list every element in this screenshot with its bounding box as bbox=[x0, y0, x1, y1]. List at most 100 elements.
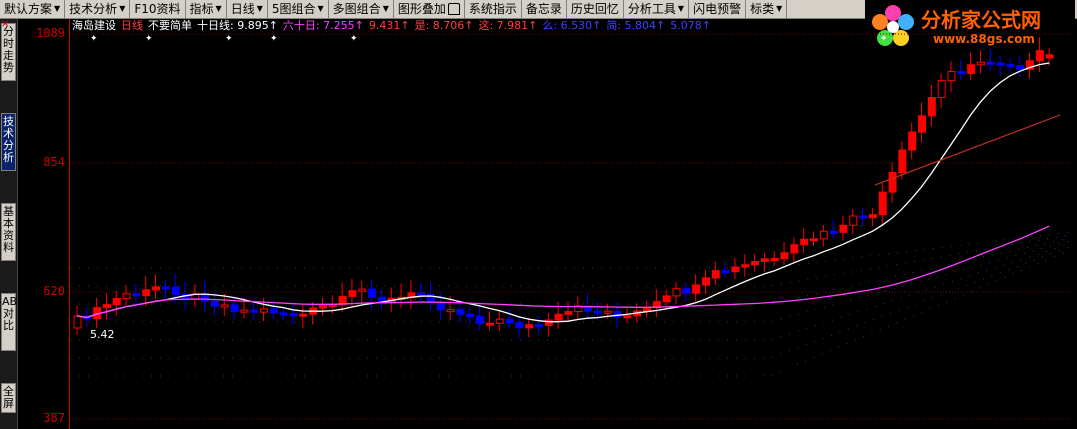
candle-body bbox=[1045, 54, 1054, 59]
toolbar-system-signal[interactable]: 系统指示 bbox=[465, 0, 522, 18]
band-line bbox=[70, 246, 1070, 359]
candle-body bbox=[299, 313, 308, 317]
candle-body bbox=[898, 149, 907, 174]
toolbar-indicator[interactable]: 指标 ▼ bbox=[186, 0, 227, 18]
period-label: 日线 bbox=[121, 19, 143, 32]
candle-body bbox=[142, 289, 151, 297]
tb-label-7: 图形叠加 bbox=[397, 2, 446, 16]
candle-body bbox=[456, 309, 465, 315]
candle-body bbox=[515, 322, 524, 329]
candle-body bbox=[554, 313, 563, 321]
candle-body bbox=[976, 61, 985, 66]
sidebar-tab-technical[interactable]: 技术分析 bbox=[1, 113, 16, 171]
candle-body bbox=[122, 293, 131, 300]
toolbar-5-chart[interactable]: 5图组合 ▼ bbox=[268, 0, 329, 18]
sidebar-tab-fullscreen[interactable]: 全屏 bbox=[1, 383, 16, 413]
candle-body bbox=[161, 286, 170, 290]
toolbar-label-type[interactable]: 标类 ▼ bbox=[746, 0, 788, 18]
candle-body bbox=[780, 252, 789, 260]
chevron-down-icon: ▼ bbox=[256, 4, 263, 13]
indicator-values: 十日线: 9.895↑ 六十日: 7.255↑ 9.431↑ 是: 8.706↑ 这: … bbox=[197, 19, 716, 33]
candle-body bbox=[485, 322, 494, 326]
candle-body bbox=[711, 270, 720, 279]
candle-body bbox=[289, 313, 298, 317]
candle-body bbox=[102, 304, 111, 309]
candle-body bbox=[790, 244, 799, 254]
tb-label-0: 默认方案 bbox=[4, 2, 53, 16]
tb-label-1: 技术分析 bbox=[69, 2, 118, 16]
indicator-value-7: 5.078↑ bbox=[670, 19, 711, 32]
chevron-down-icon: ▼ bbox=[119, 4, 126, 13]
candle-body bbox=[525, 324, 534, 329]
toolbar-overlay[interactable]: 图形叠加 bbox=[394, 0, 465, 18]
tb-label-5: 5图组合 bbox=[271, 2, 316, 16]
lock-icon bbox=[447, 3, 460, 15]
sidebar-tab-label: 技术分析 bbox=[3, 115, 14, 164]
indicator-value-0: 十日线: 9.895↑ bbox=[197, 19, 278, 32]
candle-body bbox=[535, 324, 544, 328]
price-axis: 1089 854 620 387 bbox=[17, 19, 70, 429]
candle-body bbox=[152, 286, 161, 291]
candle-body bbox=[348, 290, 357, 297]
toolbar-analysis-tools[interactable]: 分析工具 ▼ bbox=[624, 0, 690, 18]
toolbar-tech-analysis[interactable]: 技术分析 ▼ bbox=[65, 0, 131, 18]
candle-body bbox=[358, 288, 367, 292]
logo-title: 分析家公式网 bbox=[921, 8, 1041, 32]
tb-label-12: 闪电预警 bbox=[693, 2, 742, 16]
candle-body bbox=[996, 62, 1005, 66]
candle-body bbox=[731, 266, 740, 273]
toolbar-flash-alert[interactable]: 闪电预警 bbox=[689, 0, 747, 18]
candle-body bbox=[495, 318, 504, 324]
indicator-value-1: 六十日: 7.255↑ bbox=[282, 19, 364, 32]
chart-annotation: 5.42 bbox=[90, 328, 115, 341]
indicator-value-4: 这: 7.981↑ bbox=[478, 19, 538, 32]
candle-body bbox=[132, 293, 141, 297]
candle-body bbox=[623, 315, 632, 319]
candle-body bbox=[868, 214, 877, 219]
candle-body bbox=[1016, 65, 1025, 70]
chevron-down-icon: ▼ bbox=[776, 4, 783, 13]
marker-star: ✦ bbox=[880, 34, 888, 44]
candle-body bbox=[112, 298, 121, 306]
candle-body bbox=[603, 310, 612, 314]
price-label-top: 1089 bbox=[36, 26, 65, 40]
toolbar-daily[interactable]: 日线 ▼ bbox=[227, 0, 268, 18]
chevron-down-icon: ▼ bbox=[382, 4, 389, 13]
sidebar: 分时走势 技术分析 基本资料 ABH对比 全屏 bbox=[0, 19, 25, 429]
sidebar-tab-label: 分时走势 bbox=[3, 25, 14, 74]
tb-label-8: 系统指示 bbox=[468, 2, 517, 16]
candle-body bbox=[682, 288, 691, 294]
candle-body bbox=[957, 70, 966, 75]
candle-body bbox=[859, 215, 868, 219]
candle-body bbox=[810, 238, 818, 242]
sidebar-tab-label: 全屏 bbox=[3, 385, 14, 410]
candlestick-chart[interactable]: 5.42 ✦ ✦ ✦ ✦ ✦ ✦ bbox=[70, 33, 1072, 429]
candle-body bbox=[466, 313, 475, 317]
candle-body bbox=[760, 258, 769, 262]
expand-icon[interactable]: ✕ bbox=[1, 19, 9, 30]
toolbar-history[interactable]: 历史回忆 bbox=[567, 0, 624, 18]
sidebar-tab-compare[interactable]: ABH对比 bbox=[1, 293, 25, 351]
candle-body bbox=[947, 70, 956, 82]
toolbar-memo[interactable]: 备忘录 bbox=[522, 0, 567, 18]
candle-body bbox=[505, 318, 514, 324]
candle-body bbox=[819, 230, 828, 240]
price-label-upper: 854 bbox=[43, 155, 65, 169]
candle-body bbox=[279, 312, 288, 316]
marker-star: ✦ bbox=[145, 34, 153, 44]
tb-label-6: 多图组合 bbox=[332, 2, 381, 16]
candle-body bbox=[417, 292, 426, 296]
candle-body bbox=[171, 286, 180, 295]
candle-body bbox=[269, 308, 278, 314]
candle-body bbox=[878, 191, 887, 216]
toolbar-multi-chart[interactable]: 多图组合 ▼ bbox=[329, 0, 394, 18]
ma60-line bbox=[76, 225, 1050, 319]
toolbar-f10[interactable]: F10资料 bbox=[130, 0, 186, 18]
sidebar-tab-fundamentals[interactable]: 基本资料 bbox=[1, 203, 16, 261]
candle-body bbox=[908, 131, 917, 151]
tb-label-10: 历史回忆 bbox=[570, 2, 619, 16]
toolbar-default-scheme[interactable]: 默认方案 ▼ bbox=[0, 0, 66, 18]
band-line bbox=[70, 234, 1070, 287]
sidebar-tab-intraday[interactable]: 分时走势 bbox=[1, 23, 16, 81]
tb-label-9: 备忘录 bbox=[525, 2, 562, 16]
